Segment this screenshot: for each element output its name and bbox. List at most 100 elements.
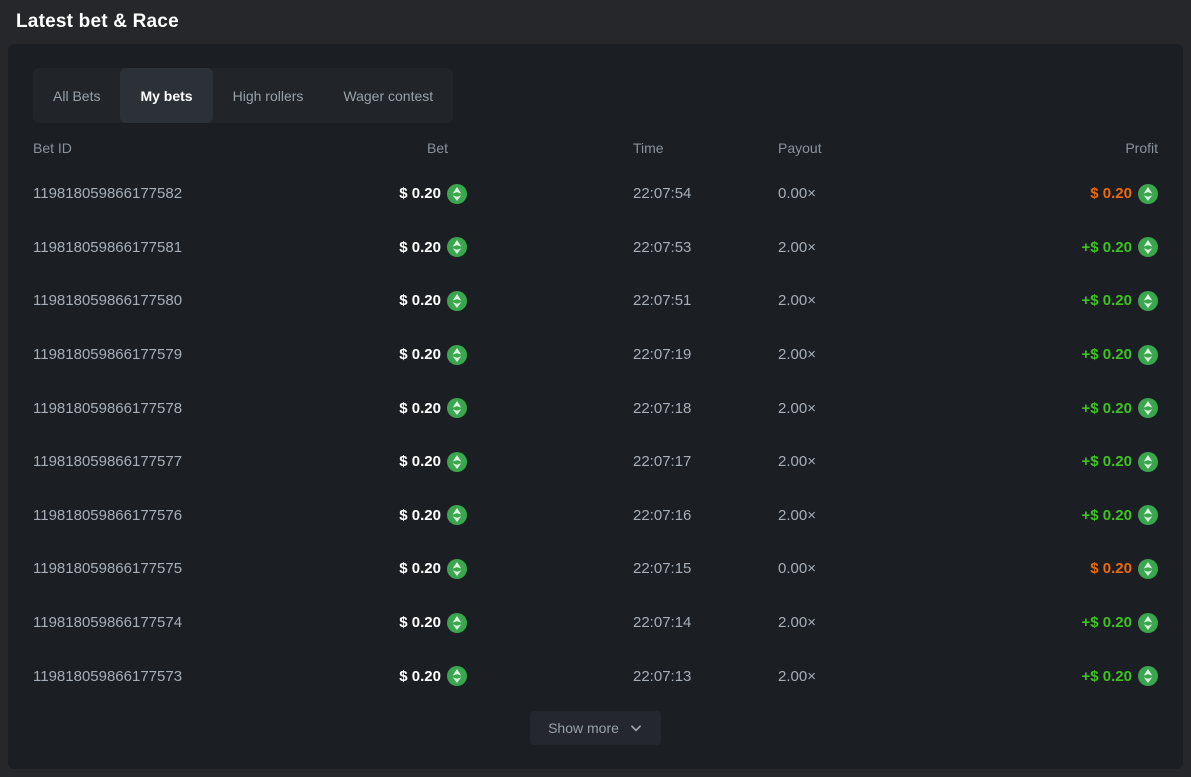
ethereum-coin-icon	[1138, 613, 1158, 633]
profit-amount: +$ 0.20	[1082, 614, 1132, 631]
profit-amount: +$ 0.20	[1082, 668, 1132, 685]
bet-cell: $ 0.20	[333, 291, 467, 311]
ethereum-coin-icon	[447, 398, 467, 418]
bet-amount: $ 0.20	[399, 400, 441, 417]
payout-cell: 2.00×	[770, 292, 900, 309]
ethereum-coin-icon	[447, 559, 467, 579]
ethereum-coin-icon	[1138, 559, 1158, 579]
profit-cell: +$ 0.20	[900, 237, 1158, 257]
bet-amount: $ 0.20	[399, 346, 441, 363]
table-row[interactable]: 119818059866177580 $ 0.20 22:07:51 2.00×…	[33, 274, 1158, 328]
ethereum-coin-icon	[1138, 184, 1158, 204]
ethereum-coin-icon	[447, 237, 467, 257]
profit-amount: +$ 0.20	[1082, 400, 1132, 417]
profit-cell: +$ 0.20	[900, 666, 1158, 686]
payout-cell: 2.00×	[770, 668, 900, 685]
ethereum-coin-icon	[1138, 398, 1158, 418]
payout-cell: 0.00×	[770, 185, 900, 202]
ethereum-coin-icon	[447, 666, 467, 686]
bet-amount: $ 0.20	[399, 668, 441, 685]
payout-cell: 2.00×	[770, 346, 900, 363]
table-row[interactable]: 119818059866177579 $ 0.20 22:07:19 2.00×…	[33, 328, 1158, 382]
column-header-bet-id: Bet ID	[33, 140, 333, 156]
bets-panel: All Bets My bets High rollers Wager cont…	[8, 44, 1183, 769]
bet-amount: $ 0.20	[399, 292, 441, 309]
time-cell: 22:07:19	[467, 346, 770, 363]
bet-cell: $ 0.20	[333, 452, 467, 472]
profit-amount: $ 0.20	[1090, 560, 1132, 577]
profit-amount: $ 0.20	[1090, 185, 1132, 202]
tab-high-rollers[interactable]: High rollers	[213, 68, 324, 123]
profit-cell: +$ 0.20	[900, 613, 1158, 633]
bet-cell: $ 0.20	[333, 237, 467, 257]
show-more-container: Show more	[33, 711, 1158, 745]
profit-cell: +$ 0.20	[900, 345, 1158, 365]
table-row[interactable]: 119818059866177576 $ 0.20 22:07:16 2.00×…	[33, 489, 1158, 543]
bet-cell: $ 0.20	[333, 398, 467, 418]
time-cell: 22:07:53	[467, 239, 770, 256]
table-row[interactable]: 119818059866177575 $ 0.20 22:07:15 0.00×…	[33, 542, 1158, 596]
ethereum-coin-icon	[447, 345, 467, 365]
tab-all-bets[interactable]: All Bets	[33, 68, 120, 123]
table-row[interactable]: 119818059866177577 $ 0.20 22:07:17 2.00×…	[33, 435, 1158, 489]
column-header-payout: Payout	[770, 140, 900, 156]
table-row[interactable]: 119818059866177581 $ 0.20 22:07:53 2.00×…	[33, 221, 1158, 275]
table-header-row: Bet IDBetTimePayoutProfit	[33, 129, 1158, 167]
tab-bar: All Bets My bets High rollers Wager cont…	[33, 68, 453, 123]
table-row[interactable]: 119818059866177574 $ 0.20 22:07:14 2.00×…	[33, 596, 1158, 650]
time-cell: 22:07:13	[467, 668, 770, 685]
ethereum-coin-icon	[447, 291, 467, 311]
profit-cell: +$ 0.20	[900, 398, 1158, 418]
column-header-time: Time	[467, 140, 770, 156]
time-cell: 22:07:14	[467, 614, 770, 631]
ethereum-coin-icon	[1138, 291, 1158, 311]
payout-cell: 2.00×	[770, 453, 900, 470]
tab-wager-contest[interactable]: Wager contest	[323, 68, 453, 123]
bet-amount: $ 0.20	[399, 507, 441, 524]
bet-id-cell: 119818059866177582	[33, 185, 333, 202]
profit-cell: $ 0.20	[900, 184, 1158, 204]
bet-id-cell: 119818059866177577	[33, 453, 333, 470]
time-cell: 22:07:54	[467, 185, 770, 202]
time-cell: 22:07:15	[467, 560, 770, 577]
profit-cell: +$ 0.20	[900, 505, 1158, 525]
bet-cell: $ 0.20	[333, 613, 467, 633]
table-row[interactable]: 119818059866177573 $ 0.20 22:07:13 2.00×…	[33, 649, 1158, 703]
ethereum-coin-icon	[447, 452, 467, 472]
bet-id-cell: 119818059866177581	[33, 239, 333, 256]
time-cell: 22:07:51	[467, 292, 770, 309]
table-body: 119818059866177582 $ 0.20 22:07:54 0.00×…	[33, 167, 1158, 703]
payout-cell: 2.00×	[770, 239, 900, 256]
ethereum-coin-icon	[1138, 345, 1158, 365]
tab-label: My bets	[140, 88, 192, 104]
tab-label: High rollers	[233, 88, 304, 104]
bet-id-cell: 119818059866177576	[33, 507, 333, 524]
bet-cell: $ 0.20	[333, 559, 467, 579]
profit-amount: +$ 0.20	[1082, 507, 1132, 524]
bet-id-cell: 119818059866177578	[33, 400, 333, 417]
payout-cell: 2.00×	[770, 614, 900, 631]
bet-cell: $ 0.20	[333, 184, 467, 204]
payout-cell: 2.00×	[770, 507, 900, 524]
column-header-bet: Bet	[333, 140, 467, 156]
tab-label: Wager contest	[343, 88, 433, 104]
profit-amount: +$ 0.20	[1082, 239, 1132, 256]
tab-my-bets[interactable]: My bets	[120, 68, 212, 123]
show-more-button[interactable]: Show more	[530, 711, 661, 745]
table-row[interactable]: 119818059866177578 $ 0.20 22:07:18 2.00×…	[33, 381, 1158, 435]
bet-id-cell: 119818059866177575	[33, 560, 333, 577]
bet-cell: $ 0.20	[333, 345, 467, 365]
ethereum-coin-icon	[1138, 452, 1158, 472]
bet-id-cell: 119818059866177580	[33, 292, 333, 309]
section-header: Latest bet & Race	[0, 0, 1191, 44]
ethereum-coin-icon	[1138, 505, 1158, 525]
profit-cell: $ 0.20	[900, 559, 1158, 579]
profit-cell: +$ 0.20	[900, 452, 1158, 472]
time-cell: 22:07:17	[467, 453, 770, 470]
profit-amount: +$ 0.20	[1082, 292, 1132, 309]
table-row[interactable]: 119818059866177582 $ 0.20 22:07:54 0.00×…	[33, 167, 1158, 221]
profit-amount: +$ 0.20	[1082, 346, 1132, 363]
payout-cell: 0.00×	[770, 560, 900, 577]
ethereum-coin-icon	[1138, 666, 1158, 686]
tab-label: All Bets	[53, 88, 100, 104]
